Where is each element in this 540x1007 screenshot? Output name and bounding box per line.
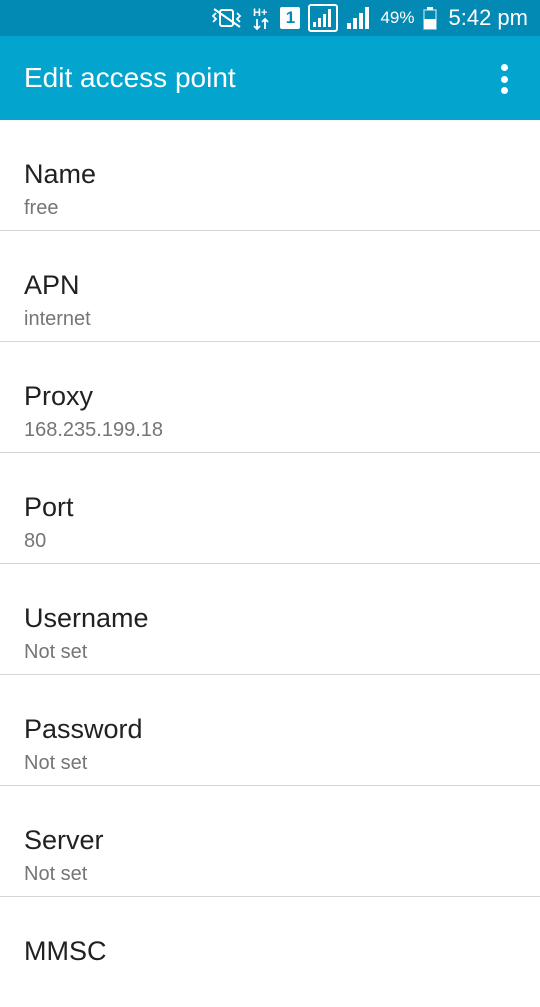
- pref-proxy[interactable]: Proxy 168.235.199.18: [0, 342, 540, 453]
- battery-icon: [422, 0, 437, 36]
- status-bar: H+ 1 49% 5:42 pm: [0, 0, 540, 36]
- signal-sim1-icon: [308, 0, 339, 36]
- pref-username[interactable]: Username Not set: [0, 564, 540, 675]
- pref-value: 80: [24, 530, 47, 552]
- battery-percent: 49%: [380, 8, 415, 27]
- pref-value: Not set: [24, 641, 88, 663]
- action-bar: Edit access point: [0, 36, 540, 120]
- pref-server[interactable]: Server Not set: [0, 786, 540, 897]
- more-vert-icon[interactable]: [492, 64, 516, 94]
- pref-value: free: [24, 197, 59, 219]
- pref-value: Not set: [24, 863, 88, 885]
- pref-password[interactable]: Password Not set: [0, 675, 540, 786]
- pref-label: MMSC: [24, 936, 107, 966]
- apn-settings-list: Name free APN internet Proxy 168.235.199…: [0, 120, 540, 1007]
- pref-mmsc[interactable]: MMSC: [0, 897, 540, 1007]
- pref-label: APN: [24, 270, 80, 300]
- sim-slot-label: 1: [280, 7, 301, 29]
- pref-value: Not set: [24, 752, 88, 774]
- pref-label: Name: [24, 159, 97, 189]
- sim-badge-icon: 1: [280, 0, 301, 36]
- network-type-label: H+: [253, 7, 267, 19]
- pref-apn[interactable]: APN internet: [0, 231, 540, 342]
- pref-label: Server: [24, 825, 104, 855]
- clock-time: 5:42 pm: [448, 5, 529, 30]
- pref-value: 168.235.199.18: [24, 419, 164, 441]
- page-title: Edit access point: [24, 62, 236, 93]
- mute-vibrate-icon: [210, 0, 244, 36]
- pref-label: Password: [24, 714, 143, 744]
- pref-port[interactable]: Port 80: [0, 453, 540, 564]
- pref-label: Proxy: [24, 381, 94, 411]
- data-arrows-icon: H+: [252, 0, 272, 36]
- pref-label: Username: [24, 603, 149, 633]
- pref-value: internet: [24, 308, 91, 330]
- pref-label: Port: [24, 492, 74, 522]
- signal-sim2-icon: [346, 0, 372, 36]
- pref-name[interactable]: Name free: [0, 120, 540, 231]
